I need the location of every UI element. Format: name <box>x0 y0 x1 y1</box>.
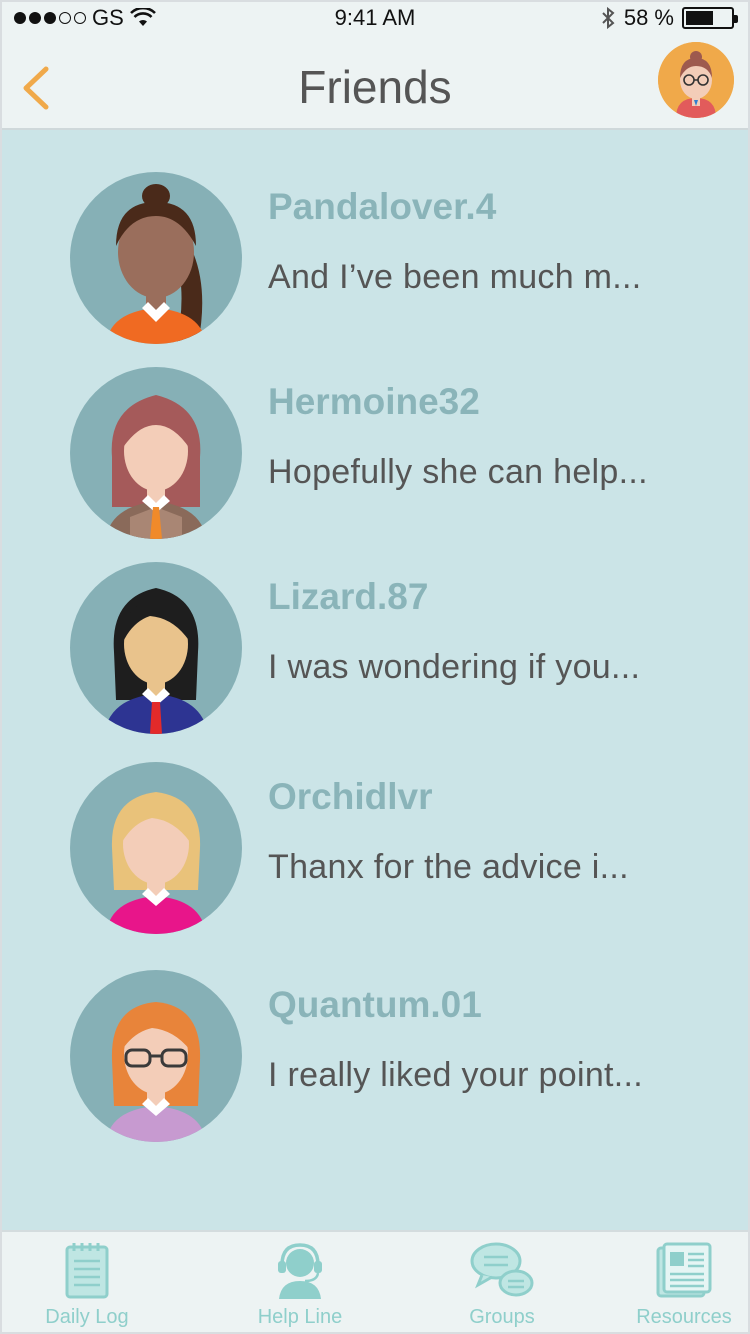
friend-message-preview: I was wondering if you... <box>268 648 641 686</box>
friend-row[interactable]: Orchidlvr Thanx for the advice i... <box>70 762 710 942</box>
friend-name: Orchidlvr <box>268 776 433 817</box>
friend-row[interactable]: Pandalover.4 And I’ve been much m... <box>70 172 710 352</box>
notepad-icon <box>65 1243 109 1299</box>
battery-icon <box>682 7 738 29</box>
woman-orange-hair-glasses-icon <box>106 1002 206 1142</box>
tab-daily-log[interactable]: Daily Log <box>7 1240 167 1332</box>
friend-avatar[interactable] <box>70 172 242 344</box>
profile-avatar-button[interactable] <box>658 42 734 118</box>
tab-label: Daily Log <box>45 1306 129 1328</box>
friend-message-preview: And I’ve been much m... <box>268 258 642 296</box>
friend-avatar[interactable] <box>70 970 242 1142</box>
tab-label: Groups <box>469 1306 535 1328</box>
phone-screen: GS 9:41 AM 58 % Friends Pandalover.4 And… <box>0 0 750 1334</box>
woman-dark-ponytail-icon <box>106 184 206 344</box>
friend-message-preview: I really liked your point... <box>268 1056 644 1094</box>
user-avatar-icon <box>658 42 734 118</box>
nav-bar: Friends <box>2 42 748 130</box>
friend-name: Pandalover.4 <box>268 186 497 227</box>
woman-black-hair-icon <box>104 588 208 734</box>
page-title: Friends <box>298 61 452 113</box>
chat-bubbles-icon <box>470 1242 534 1297</box>
woman-blonde-hair-icon <box>106 792 206 934</box>
friend-message-preview: Thanx for the advice i... <box>268 848 629 886</box>
newspaper-icon <box>656 1242 712 1298</box>
bluetooth-icon <box>602 6 615 30</box>
tab-label: Help Line <box>257 1306 343 1328</box>
friends-list: Pandalover.4 And I’ve been much m... Her… <box>2 130 748 1234</box>
tab-groups[interactable]: Groups <box>422 1240 582 1332</box>
friend-row[interactable]: Hermoine32 Hopefully she can help... <box>70 367 710 547</box>
woman-auburn-hair-icon <box>106 395 206 539</box>
tab-bar: Daily Log Help Line Groups Resources <box>2 1230 748 1332</box>
headset-icon <box>278 1243 322 1299</box>
tab-label: Resources <box>636 1306 732 1328</box>
tab-help-line[interactable]: Help Line <box>220 1240 380 1332</box>
friend-avatar[interactable] <box>70 762 242 934</box>
status-right: 58 % <box>600 5 738 31</box>
friend-name: Lizard.87 <box>268 576 429 617</box>
status-bar: GS 9:41 AM 58 % <box>2 2 748 42</box>
friend-message-preview: Hopefully she can help... <box>268 453 648 491</box>
friend-name: Quantum.01 <box>268 984 482 1025</box>
friend-avatar[interactable] <box>70 367 242 539</box>
battery-percent: 58 % <box>623 5 674 30</box>
friend-avatar[interactable] <box>70 562 242 734</box>
friend-row[interactable]: Lizard.87 I was wondering if you... <box>70 562 710 742</box>
friend-row[interactable]: Quantum.01 I really liked your point... <box>70 970 710 1150</box>
tab-resources[interactable]: Resources <box>604 1240 748 1332</box>
friend-name: Hermoine32 <box>268 381 480 422</box>
